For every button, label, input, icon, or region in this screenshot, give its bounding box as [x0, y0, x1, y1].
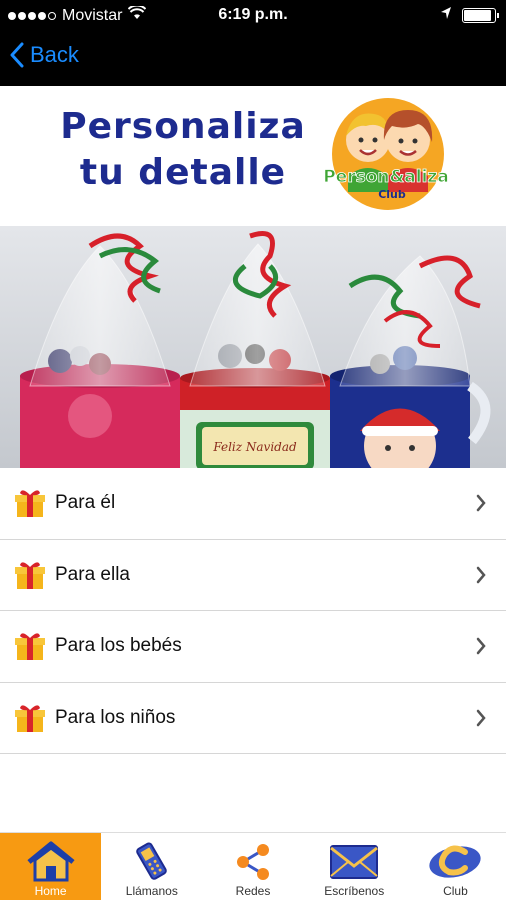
- list-item-label: Para él: [55, 492, 116, 514]
- hero-image: Feliz Navidad: [0, 226, 506, 468]
- tab-llamanos[interactable]: Llámanos: [101, 833, 202, 900]
- tab-club[interactable]: Club: [405, 833, 506, 900]
- tab-redes[interactable]: Redes: [202, 833, 303, 900]
- header-banner: Personaliza tu detalle Person&aliza Club: [0, 86, 506, 226]
- gift-icon: [15, 633, 45, 661]
- share-icon: [237, 844, 269, 880]
- battery-level: [464, 10, 491, 21]
- list-item-para-el[interactable]: Para él: [0, 468, 506, 540]
- club-icon: [429, 845, 482, 878]
- gift-icon: [15, 490, 45, 518]
- back-button[interactable]: Back: [10, 42, 79, 68]
- list-item-para-los-bebes[interactable]: Para los bebés: [0, 611, 506, 683]
- banner-title: Personaliza tu detalle: [60, 106, 306, 193]
- tab-label: Home: [34, 884, 67, 898]
- category-list: Para él Para ella Para los bebés Para lo…: [0, 468, 506, 754]
- tab-label: Club: [443, 884, 468, 898]
- status-right: [440, 6, 499, 25]
- gift-mugs-photo: Feliz Navidad: [0, 226, 506, 468]
- battery-icon: [462, 8, 499, 23]
- chevron-right-icon: [476, 637, 486, 655]
- tab-label: Redes: [235, 884, 271, 898]
- chevron-right-icon: [476, 566, 486, 583]
- logo-text: Person&aliza: [323, 167, 449, 187]
- mail-icon: [330, 845, 379, 879]
- back-label: Back: [30, 42, 79, 67]
- gift-icon: [15, 562, 45, 589]
- chevron-right-icon: [476, 709, 486, 726]
- gift-icon: [15, 705, 45, 732]
- status-time: 6:19 p.m.: [218, 6, 288, 23]
- home-icon: [27, 841, 75, 882]
- list-item-label: Para los niños: [55, 706, 176, 728]
- list-item-para-ella[interactable]: Para ella: [0, 539, 506, 611]
- list-item-para-los-ninos[interactable]: Para los niños: [0, 682, 506, 754]
- chevron-right-icon: [476, 494, 486, 512]
- tab-label: Llámanos: [125, 884, 178, 898]
- chevron-left-icon: [10, 42, 24, 68]
- status-bar: Movistar 6:19 p.m.: [0, 0, 506, 30]
- tab-label: Escríbenos: [324, 884, 385, 898]
- mug-text: Feliz Navidad: [212, 440, 297, 454]
- tab-escribenos[interactable]: Escríbenos: [304, 833, 405, 900]
- list-item-label: Para ella: [55, 563, 130, 585]
- logo-subtext: Club: [378, 188, 406, 201]
- phone-icon: [135, 842, 167, 880]
- tab-home[interactable]: Home: [0, 833, 102, 900]
- list-item-label: Para los bebés: [55, 635, 182, 657]
- club-logo: Person&aliza Club: [323, 98, 449, 210]
- location-arrow-icon: [440, 6, 452, 25]
- tab-bar: Home Llámanos Redes Escríbenos Club: [0, 832, 506, 900]
- navigation-bar: Back: [0, 30, 506, 86]
